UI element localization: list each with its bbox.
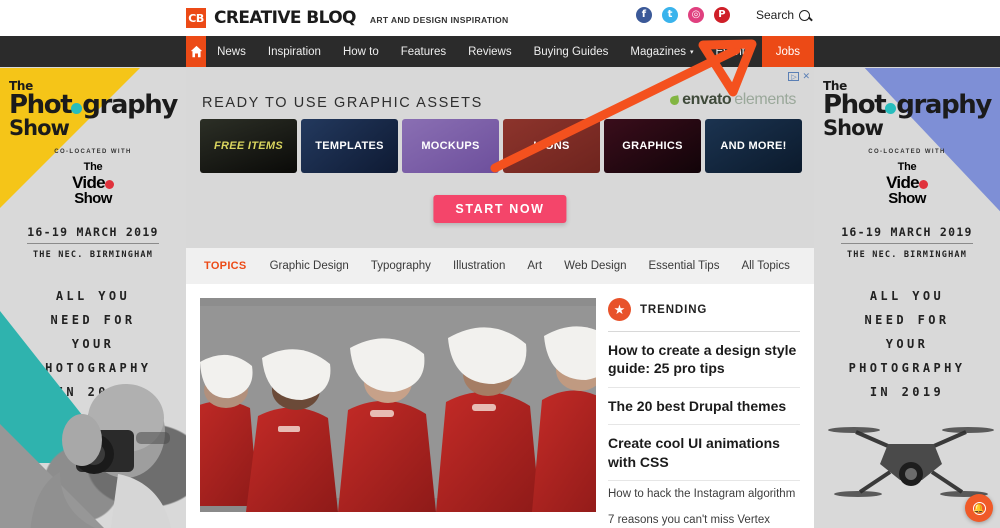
bell-icon: 🔔 [972,501,986,515]
site-header: CB CREATIVE BLOQ ART AND DESIGN INSPIRAT… [0,0,1000,36]
skin-tagline-right-3: PHOTOGRAPHY [848,361,966,376]
nav-item-buying-guides[interactable]: Buying Guides [523,36,620,67]
skin-tagline-right-0: ALL YOU [869,289,945,304]
topics-bar: TOPICS Graphic Design Typography Illustr… [186,248,814,284]
trending-item[interactable]: 7 reasons you can't miss Vertex [608,507,800,528]
logo-wordmark: CREATIVE BLOQ [214,8,357,28]
nav-item-magazines[interactable]: Magazines ▾ [619,36,704,67]
nav-item-magazines-label: Magazines [630,45,687,58]
envato-logo: envato elements [669,91,796,109]
video-show-word: Show [74,190,112,208]
video-the-label-right: The [897,161,917,173]
nav-item-how-to[interactable]: How to [332,36,390,67]
ad-tile[interactable]: FREE ITEMS [200,119,297,173]
chevron-down-icon: ▾ [690,48,694,56]
skin-show-label-right: Show [823,116,884,140]
search-icon [799,9,810,21]
skin-dates: 16-19 MARCH 2019 [27,225,159,245]
skin-tagline-1: NEED FOR [50,313,136,328]
ad-tile-label: GRAPHICS [622,140,683,152]
ad-tile[interactable]: TEMPLATES [301,119,398,173]
start-now-button[interactable]: START NOW [433,195,567,223]
ad-tile-label: TEMPLATES [315,140,384,152]
nav-item-news[interactable]: News [206,36,257,67]
topic-art[interactable]: Art [516,260,553,272]
trending-item[interactable]: How to create a design style guide: 25 p… [608,332,800,388]
video-show-word-right: Show [888,190,926,208]
close-icon[interactable]: ✕ [802,72,810,81]
trending-sidebar: ★ TRENDING How to create a design style … [608,298,800,528]
topics-label: TOPICS [204,260,247,272]
skin-tagline-right-1: NEED FOR [864,313,950,328]
logo-badge: CB [186,8,206,28]
video-show-label: Vide [0,173,186,192]
ad-choices-group[interactable]: ▷ ✕ [788,72,810,81]
pinterest-icon[interactable]: P [713,7,730,23]
ad-tile-row: FREE ITEMS TEMPLATES MOCKUPS ICONS GRAPH… [200,119,802,173]
ad-tile[interactable]: ICONS [503,119,600,173]
home-icon [190,45,202,58]
nav-item-inspiration[interactable]: Inspiration [257,36,332,67]
nav-item-features[interactable]: Features [390,36,457,67]
topic-graphic-design[interactable]: Graphic Design [259,260,360,272]
trending-item[interactable]: How to hack the Instagram algorithm [608,481,800,507]
skin-ad-right[interactable]: The Phot graphy Show CO-LOCATED WITH The … [814,68,1000,528]
site-logo[interactable]: CB CREATIVE BLOQ ART AND DESIGN INSPIRAT… [186,8,509,28]
skin-tagline-0: ALL YOU [55,289,131,304]
header-right-group: f t ◎ P Search [635,7,810,23]
topic-web-design[interactable]: Web Design [553,260,637,272]
twitter-icon[interactable]: t [661,7,678,23]
hero-illustration [200,298,596,512]
skin-show-label: Show [9,116,70,140]
ad-tile[interactable]: GRAPHICS [604,119,701,173]
leaderboard-ad[interactable]: ▷ ✕ READY TO USE GRAPHIC ASSETS envato e… [186,67,814,229]
video-show-label-right: Vide [814,173,1000,192]
hero-article-image[interactable] [200,298,596,512]
ad-tile-label: FREE ITEMS [213,140,283,152]
nav-item-events[interactable]: Events [705,36,762,67]
nav-item-reviews[interactable]: Reviews [457,36,522,67]
skin-photography-label: Phot graphy [9,90,178,120]
skin-dates-right: 16-19 MARCH 2019 [841,225,973,245]
topic-essential-tips[interactable]: Essential Tips [638,260,731,272]
envato-brand: envato [682,91,732,108]
trending-header: ★ TRENDING [608,298,800,332]
skin-tagline-right-2: YOUR [885,337,929,352]
photographer-svg [0,384,171,528]
site-tagline: ART AND DESIGN INSPIRATION [369,15,509,25]
video-the-label: The [83,161,103,173]
trending-item[interactable]: Create cool UI animations with CSS [608,425,800,482]
skin-photography-label-right: Phot graphy [823,90,992,120]
topic-all-topics[interactable]: All Topics [730,260,800,272]
skin-colocated-label-right: CO-LOCATED WITH [868,149,946,155]
skin-venue-right: THE NEC. BIRMINGHAM [846,250,968,261]
ad-choices-icon[interactable]: ▷ [788,72,800,81]
skin-ad-left[interactable]: The Phot graphy Show CO-LOCATED WITH The … [0,68,186,528]
facebook-icon[interactable]: f [635,7,652,23]
ad-tile[interactable]: MOCKUPS [402,119,499,173]
search-button[interactable]: Search [756,8,810,22]
ad-heading: READY TO USE GRAPHIC ASSETS [202,95,483,111]
topic-typography[interactable]: Typography [360,260,442,272]
skin-venue: THE NEC. BIRMINGHAM [32,250,154,261]
envato-product: elements [734,91,796,108]
nav-item-home[interactable] [186,36,207,67]
topic-illustration[interactable]: Illustration [442,260,516,272]
instagram-icon[interactable]: ◎ [687,7,704,23]
ad-tile-label: MOCKUPS [421,140,480,152]
ad-tile-label: ICONS [533,140,570,152]
notification-widget[interactable]: 🔔 [965,494,993,522]
trending-title: TRENDING [640,303,708,316]
nav-item-jobs[interactable]: Jobs [761,36,814,67]
ad-tile[interactable]: AND MORE! [705,119,802,173]
search-label: Search [755,8,794,22]
star-icon: ★ [608,298,631,321]
leaf-icon [669,94,680,106]
ad-tile-label: AND MORE! [720,140,787,152]
main-navigation: News Inspiration How to Features Reviews… [0,36,1000,67]
skin-colocated-label: CO-LOCATED WITH [54,149,132,155]
trending-item[interactable]: The 20 best Drupal themes [608,388,800,426]
photographer-photo [0,354,186,528]
content-panel: TOPICS Graphic Design Typography Illustr… [186,248,814,528]
